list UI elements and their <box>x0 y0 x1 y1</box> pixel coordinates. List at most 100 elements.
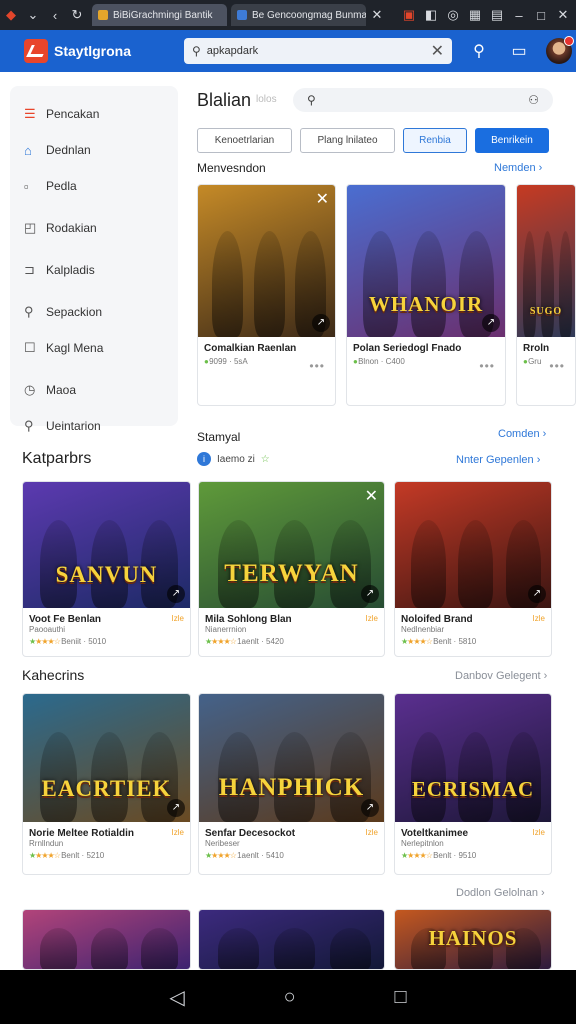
game-title[interactable]: Senfar Decesockot <box>199 828 384 839</box>
game-title[interactable]: Polan Seriedogl Fnado <box>347 343 505 354</box>
character-figure <box>411 231 446 337</box>
tab-favicon-icon <box>98 10 108 20</box>
home-icon[interactable]: ○ <box>284 986 296 1009</box>
expand-icon[interactable]: ↗ <box>528 585 546 603</box>
game-cover-image[interactable]: SUGO <box>517 185 575 337</box>
sidebar-item-kagl-mena[interactable]: ☐ Kagl Mena <box>10 330 178 366</box>
browser-tab-1[interactable]: BiBiGrachmingi Bantik <box>92 4 227 26</box>
avatar[interactable] <box>546 36 574 64</box>
game-cover-image[interactable]: ↗ <box>395 482 551 608</box>
sidebar-item-maoa[interactable]: ◷ Maoa <box>10 372 178 408</box>
game-title[interactable]: Voot Fe Benlan <box>23 614 190 625</box>
game-title[interactable]: Voteltkanimee <box>395 828 551 839</box>
expand-icon[interactable]: ↗ <box>167 585 185 603</box>
close-icon[interactable]: ✕ <box>365 486 378 506</box>
game-card[interactable]: SUGO Rroln ● Gru ••• <box>516 184 576 406</box>
game-card[interactable]: ↗ Noloifed Brand Nedlnenbiar ★★★★☆ Benlt · … <box>394 481 552 657</box>
game-card[interactable]: HANPHICK ↗ Senfar Decesockot Neribeser ★★★★☆… <box>198 693 385 875</box>
game-card[interactable] <box>22 909 191 970</box>
sidebar-item-rodakian[interactable]: ◰ Rodakian <box>10 210 178 246</box>
see-all-link[interactable]: Dodlon Gelolnan › <box>456 887 545 899</box>
extension-icon[interactable]: ▦ <box>464 7 486 23</box>
profile-icon[interactable]: ⚇ <box>528 93 539 107</box>
chip-kenoetrlarian[interactable]: Kenoetrlarian <box>197 128 292 153</box>
game-cover-image[interactable]: WHANOIR ↗ <box>347 185 505 337</box>
game-card[interactable]: HAINOS <box>394 909 552 970</box>
expand-icon[interactable]: ↗ <box>312 314 330 332</box>
game-cover-image[interactable]: HAINOS <box>395 910 551 969</box>
search-input[interactable] <box>206 45 425 57</box>
page-subtitle: lolos <box>256 94 277 105</box>
checkbox-icon: ☐ <box>24 340 36 355</box>
brand-name[interactable]: Staytlgrona <box>54 43 152 59</box>
browser-tab-2[interactable]: Be Gencoongmag Bunman <box>231 4 366 26</box>
logo-icon[interactable] <box>24 39 48 63</box>
game-publisher: Rrnllndun <box>29 839 64 848</box>
tab-close-icon[interactable]: ✕ <box>366 7 388 23</box>
chip-renbia[interactable]: Renbia <box>403 128 467 153</box>
chip-plang-lnilateo[interactable]: Plang lnilateo <box>300 128 395 153</box>
close-icon[interactable]: ✕ <box>316 189 329 209</box>
search-icon[interactable]: ⚲ <box>466 41 492 61</box>
sidebar-item-kalpladis[interactable]: ⊐ Kalpladis <box>10 252 178 288</box>
extension-icon[interactable]: ◧ <box>420 7 442 23</box>
sidebar-item-label: Dednlan <box>46 143 91 157</box>
dropdown-icon[interactable]: ⌄ <box>22 7 44 23</box>
game-title[interactable]: Rroln <box>517 343 575 354</box>
game-card[interactable]: TERWYAN ↗ ✕ Mila Sohlong Blan Nianerrnion ★★★… <box>198 481 385 657</box>
game-card[interactable]: ECRISMAC Voteltkanimee Nerlepitnlon ★★★★☆ B… <box>394 693 552 875</box>
see-all-link[interactable]: Danbov Gelegent › <box>455 670 547 682</box>
recents-icon[interactable]: □ <box>394 986 406 1009</box>
game-cover-image[interactable]: ECRISMAC <box>395 694 551 822</box>
game-cover-image[interactable]: HANPHICK ↗ <box>199 694 384 822</box>
game-cover-image[interactable]: EACRTIEK ↗ <box>23 694 190 822</box>
secondary-link[interactable]: Nnter Gepenlen › <box>456 454 540 466</box>
game-title[interactable]: Noloifed Brand <box>395 614 551 625</box>
game-card[interactable] <box>198 909 385 970</box>
game-cover-image[interactable] <box>23 910 190 969</box>
sidebar-item-pedla[interactable]: ▫ Pedla <box>10 168 178 204</box>
game-card[interactable]: WHANOIR ↗ Polan Seriedogl Fnado ● Blnon · C… <box>346 184 506 406</box>
more-options-icon[interactable]: ••• <box>309 359 325 373</box>
character-figure <box>254 231 285 337</box>
minimize-icon[interactable]: – <box>508 8 530 23</box>
game-cover-image[interactable]: ↗ ✕ <box>198 185 335 337</box>
content-search-bar[interactable]: ⚲ ⚇ <box>293 88 553 112</box>
sidebar-item-ueintarion[interactable]: ⚲ Ueintarion <box>10 408 178 444</box>
sidebar-item-sepackion[interactable]: ⚲ Sepackion <box>10 294 178 330</box>
game-cover-image[interactable]: SANVUN ↗ <box>23 482 190 608</box>
back-icon[interactable]: ◁ <box>169 985 184 1010</box>
sidebar-item-pencakan[interactable]: ☰ Pencakan <box>10 96 178 132</box>
game-title[interactable]: Comalkian Raenlan <box>198 343 335 354</box>
extension-icon[interactable]: ▣ <box>398 7 420 23</box>
sidebar-item-dednlan[interactable]: ⌂ Dednlan <box>10 132 178 168</box>
close-window-icon[interactable]: ✕ <box>552 7 574 23</box>
chip-benrikein[interactable]: Benrikein <box>475 128 549 153</box>
clear-icon[interactable]: ✕ <box>431 41 444 61</box>
game-title[interactable]: Mila Sohlong Blan <box>199 614 384 625</box>
more-options-icon[interactable]: ••• <box>549 359 565 373</box>
expand-icon[interactable]: ↗ <box>361 799 379 817</box>
character-figure <box>541 231 554 337</box>
expand-icon[interactable]: ↗ <box>167 799 185 817</box>
game-cover-image[interactable] <box>199 910 384 969</box>
see-all-link[interactable]: Nemden › <box>494 162 542 174</box>
game-meta: ★★★★☆ Beniit · 5010 <box>29 637 107 646</box>
sidebar-item-label: Kalpladis <box>46 263 95 277</box>
game-card[interactable]: SANVUN ↗ Voot Fe Benlan Paooauthi ★★★★☆ Beni… <box>22 481 191 657</box>
game-card[interactable]: ↗ ✕ Comalkian Raenlan ● 9099 · 5sA ••• <box>197 184 336 406</box>
window-icon[interactable]: ▭ <box>506 41 532 61</box>
extension-icon[interactable]: ▤ <box>486 7 508 23</box>
game-cover-image[interactable]: TERWYAN ↗ ✕ <box>199 482 384 608</box>
back-icon[interactable]: ‹ <box>44 8 66 23</box>
game-publisher: Paooauthi <box>29 625 66 634</box>
maximize-icon[interactable]: □ <box>530 8 552 23</box>
reload-icon[interactable]: ↻ <box>66 7 88 23</box>
extension-icon[interactable]: ◎ <box>442 7 464 23</box>
game-title[interactable]: Norie Meltee Rotialdin <box>23 828 190 839</box>
game-card[interactable]: EACRTIEK ↗ Norie Meltee Rotialdin Rrnllndun… <box>22 693 191 875</box>
more-options-icon[interactable]: ••• <box>479 359 495 373</box>
see-all-link[interactable]: Comden › <box>498 428 546 440</box>
expand-icon[interactable]: ↗ <box>482 314 500 332</box>
expand-icon[interactable]: ↗ <box>361 585 379 603</box>
